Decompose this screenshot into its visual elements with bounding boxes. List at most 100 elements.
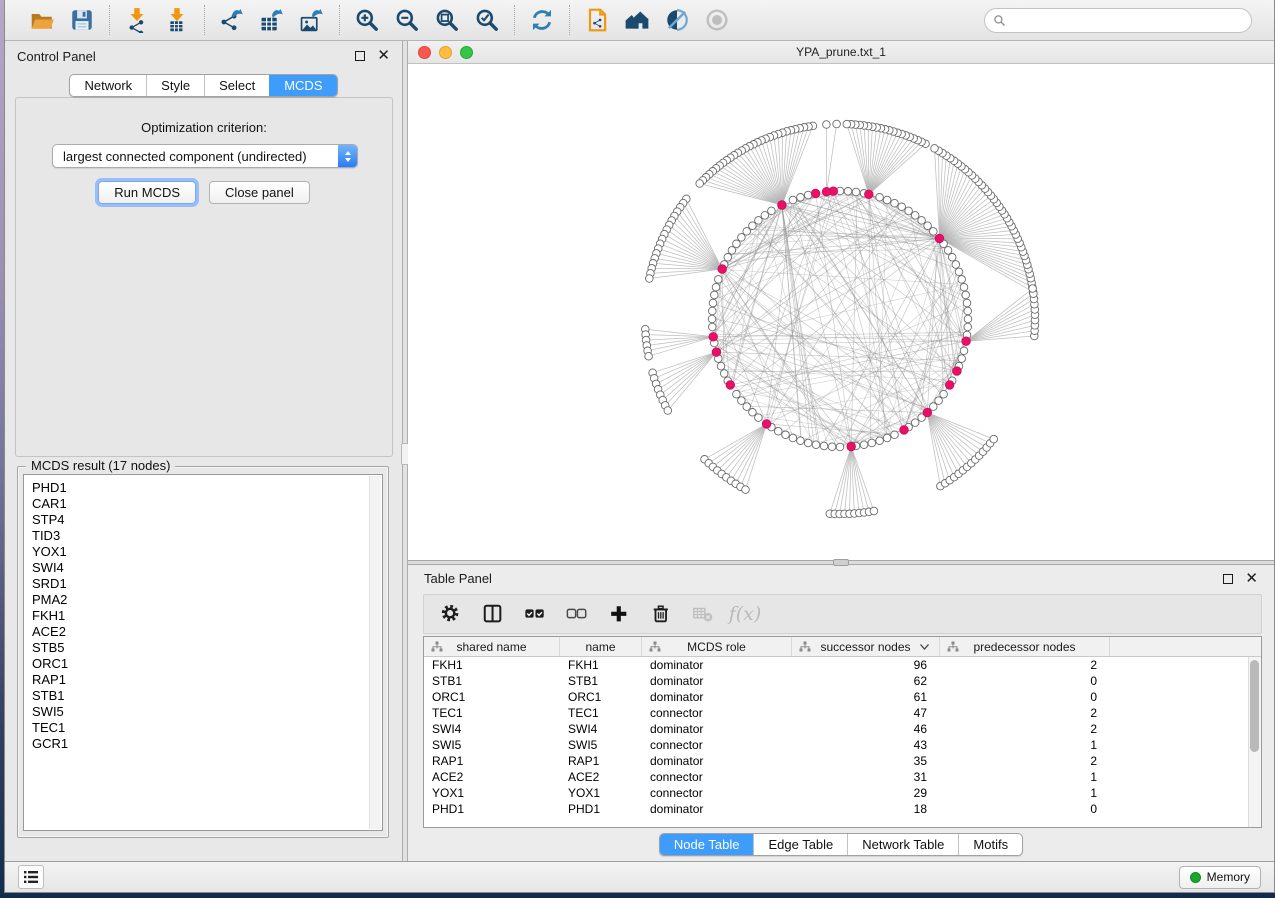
show-graphics-details-button[interactable] (700, 4, 734, 36)
zoom-in-button[interactable] (350, 4, 384, 36)
mcds-result-item[interactable]: PMA2 (32, 592, 374, 608)
network-node[interactable] (944, 247, 952, 255)
network-node[interactable] (789, 196, 797, 204)
network-node[interactable] (728, 247, 736, 255)
network-node[interactable] (836, 443, 844, 451)
zoom-out-button[interactable] (390, 4, 424, 36)
add-row-button[interactable] (606, 601, 632, 627)
import-network-button[interactable] (120, 4, 154, 36)
unselect-all-button[interactable] (564, 601, 590, 627)
network-node[interactable] (930, 228, 938, 236)
network-node[interactable] (761, 212, 769, 220)
network-node[interactable] (720, 370, 728, 378)
close-panel-button[interactable]: Close panel (209, 181, 310, 204)
network-node[interactable] (738, 234, 746, 242)
mcds-result-item[interactable]: STB1 (32, 688, 374, 704)
network-node[interactable] (775, 427, 783, 435)
mcds-result-item[interactable]: RAP1 (32, 672, 374, 688)
network-node[interactable] (860, 441, 868, 449)
gear-button[interactable] (438, 601, 464, 627)
network-node[interactable] (955, 268, 963, 276)
network-canvas[interactable] (408, 64, 1275, 556)
memory-button[interactable]: Memory (1179, 866, 1261, 889)
zoom-selected-button[interactable] (470, 4, 504, 36)
mcds-result-item[interactable]: FKH1 (32, 608, 374, 624)
delete-row-button[interactable] (648, 601, 674, 627)
zoom-fit-button[interactable] (430, 4, 464, 36)
mcds-network-node[interactable] (900, 426, 909, 435)
network-node[interactable] (804, 439, 812, 447)
search-input[interactable] (1011, 12, 1243, 28)
network-node[interactable] (820, 442, 828, 450)
network-node[interactable] (812, 441, 820, 449)
network-node[interactable] (749, 409, 757, 417)
refresh-layout-button[interactable] (525, 4, 559, 36)
network-node[interactable] (960, 283, 968, 291)
close-table-panel-icon[interactable]: ✕ (1245, 574, 1258, 584)
network-node[interactable] (724, 254, 732, 262)
network-node[interactable] (935, 397, 943, 405)
mcds-result-item[interactable]: SWI5 (32, 704, 374, 720)
network-node[interactable] (876, 194, 884, 202)
columns-button[interactable] (480, 601, 506, 627)
network-home-button[interactable] (620, 4, 654, 36)
network-node[interactable] (963, 299, 971, 307)
mcds-result-item[interactable]: TEC1 (32, 720, 374, 736)
mcds-network-node[interactable] (923, 408, 932, 417)
table-scrollbar-thumb[interactable] (1250, 660, 1259, 752)
network-node[interactable] (898, 203, 906, 211)
network-node[interactable] (931, 145, 939, 153)
save-session-button[interactable] (65, 4, 99, 36)
tab-edge-table[interactable]: Edge Table (753, 834, 847, 855)
network-node[interactable] (645, 352, 653, 360)
network-node[interactable] (755, 414, 763, 422)
network-node[interactable] (964, 307, 972, 315)
mcds-result-item[interactable]: CAR1 (32, 496, 374, 512)
network-node[interactable] (958, 276, 966, 284)
network-node[interactable] (960, 347, 968, 355)
table-row[interactable]: SWI5SWI5connector431 (424, 737, 1261, 753)
network-node[interactable] (918, 217, 926, 225)
network-node[interactable] (868, 439, 876, 447)
new-network-from-selection-button[interactable] (580, 4, 614, 36)
network-node[interactable] (911, 419, 919, 427)
tab-network-table[interactable]: Network Table (847, 834, 958, 855)
select-all-button[interactable] (522, 601, 548, 627)
network-node[interactable] (911, 212, 919, 220)
mcds-result-item[interactable]: GCR1 (32, 736, 374, 752)
network-node[interactable] (883, 434, 891, 442)
mcds-result-item[interactable]: ORC1 (32, 656, 374, 672)
tab-node-table[interactable]: Node Table (660, 834, 754, 855)
mcds-network-node[interactable] (709, 333, 718, 342)
network-node[interactable] (990, 435, 998, 443)
delete-table-button[interactable] (690, 601, 716, 627)
import-table-button[interactable] (160, 4, 194, 36)
float-table-panel-icon[interactable] (1223, 574, 1233, 584)
mcds-result-item[interactable]: TID3 (32, 528, 374, 544)
network-node[interactable] (891, 431, 899, 439)
tab-style[interactable]: Style (146, 75, 204, 96)
horizontal-splitter-handle[interactable] (833, 559, 849, 566)
network-node[interactable] (717, 362, 725, 370)
network-node[interactable] (948, 254, 956, 262)
network-node[interactable] (905, 207, 913, 215)
function-button[interactable]: f(x) (732, 601, 758, 627)
network-node[interactable] (709, 299, 717, 307)
mcds-network-node[interactable] (712, 348, 721, 357)
network-node[interactable] (696, 180, 704, 188)
network-node[interactable] (738, 397, 746, 405)
mcds-result-item[interactable]: SRD1 (32, 576, 374, 592)
mcds-network-node[interactable] (778, 201, 787, 210)
network-node[interactable] (712, 283, 720, 291)
network-node[interactable] (733, 240, 741, 248)
table-row[interactable]: YOX1YOX1connector291 (424, 785, 1261, 801)
mcds-network-node[interactable] (822, 187, 831, 196)
column-header-successor-nodes[interactable]: successor nodes (792, 637, 940, 656)
result-list-scrollbar[interactable] (369, 476, 381, 829)
export-network-button[interactable] (215, 4, 249, 36)
network-node[interactable] (962, 291, 970, 299)
network-node[interactable] (891, 199, 899, 207)
network-node[interactable] (711, 291, 719, 299)
table-row[interactable]: STB1STB1dominator620 (424, 673, 1261, 689)
network-node[interactable] (833, 120, 841, 128)
